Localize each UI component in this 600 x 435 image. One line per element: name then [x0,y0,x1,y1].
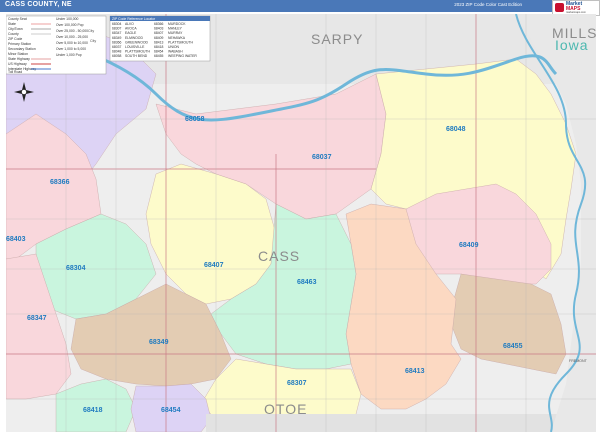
zip-table-cell: 68347 [112,31,122,35]
iowa-label: Iowa [555,37,589,53]
fremont-label: FREMONT [569,359,588,363]
zip-table-cell: GREENWOOD [125,40,149,44]
legend-item-8: Minor Station [8,52,28,56]
zip-label-68058: 68058 [185,116,205,123]
zip-table-cell: 68455 [154,54,164,58]
zip-label-68366: 68366 [50,179,70,186]
zip-label-68454: 68454 [161,407,181,414]
zip-table-cell: LOUISVILLE [125,45,145,49]
zip-table-cell: WABASH [168,50,183,54]
map-legend: County Seat State City/Town County ZIP C… [6,15,107,75]
legend-item-3: City/Town [8,27,23,31]
logo-mark-icon [555,3,564,12]
zip-label-68413: 68413 [405,368,425,375]
zip-table-cell: MURDOCK [168,22,186,26]
zip-table-cell: NEHAWKA [168,36,186,40]
zip-table-cell: PLATTSMOUTH [125,50,151,54]
zip-label-68418: 68418 [83,407,103,414]
zip-label-68455: 68455 [503,343,523,350]
zip-label-68307: 68307 [287,380,307,387]
zip-table-cell: AVOCA [125,27,137,31]
zip-table-cell: 68418 [154,45,164,49]
zip-label-68409: 68409 [459,242,479,249]
zip-label-68407: 68407 [204,262,224,269]
zip-label-68463: 68463 [297,279,317,286]
zip-table-cell: 68037 [112,45,122,49]
zip-label-68037: 68037 [312,154,332,161]
legend-item-6: Primary Station [8,42,31,46]
legend-item-5: ZIP Code [8,37,22,41]
zip-table-cell: SOUTH BEND [125,54,148,58]
zip-table-cell: 68403 [154,27,164,31]
zip-table-cell: PLATTSMOUTH [168,40,194,44]
zip-reference-table: ZIP Code Reference Locator 68304 ALVO 6836… [109,15,211,62]
zip-table-cell: 68307 [112,27,122,31]
zip-label-68403: 68403 [6,236,26,243]
sarpy-label: SARPY [311,31,363,47]
zip-table-cell: 68349 [112,36,122,40]
legend-pop-6: Over 1,000 to 5,000 [56,47,86,51]
zip-table-cell: WEEPING WATER [168,54,197,58]
legend-item-7: Secondary Station [8,47,36,51]
legend-item-2: State [8,22,16,26]
edition-label: 2023 ZIP Code Color Cast Edition [454,2,522,7]
zip-table-cell: MURRAY [168,31,183,35]
zip-table-cell: 68454 [154,50,164,54]
zip-table-cell: 68048 [112,50,122,54]
otoe-label: OTOE [264,401,307,417]
legend-pop-4: Over 10,000 - 25,000 [56,35,88,39]
zip-table-cell: ALVO [125,22,134,26]
zip-table-cell: 68409 [154,36,164,40]
legend-item-1: County Seat [8,17,27,21]
legend-item-10: US Highway [8,62,27,66]
zip-table-cell: 68304 [112,22,122,26]
legend-pop-2: Over 100,000 Pop [56,23,84,27]
legend-item-12: Toll Road [8,70,22,74]
zip-table-header: ZIP Code Reference Locator [112,17,156,21]
legend-pop-1: Under 100,000 [56,17,79,21]
cass-label: CASS [258,248,300,264]
legend-sample-city2: City [90,39,96,43]
zip-table-cell: ELMWOOD [125,36,143,40]
legend-pop-5: Over 5,000 to 10,000 [56,41,88,45]
legend-pop-7: Under 1,000 Pop [56,53,82,57]
map-frame: { "header": { "title": "CASS COUNTY, NE"… [0,0,600,435]
map-title: CASS COUNTY, NE [5,1,72,8]
zip-table-cell: 68413 [154,40,164,44]
zip-label-68304: 68304 [66,265,86,272]
zip-table-cell: 68366 [154,22,164,26]
zip-code-map: SARPY CASS OTOE MILLS Iowa FREMONT 68048… [6,14,596,432]
zip-table-cell: 68366 [112,40,122,44]
legend-pop-3: Over 25,000 - 50,000 [56,29,88,33]
zip-label-68349: 68349 [149,339,169,346]
zip-table-cell: 68058 [112,54,122,58]
title-bar: CASS COUNTY, NE 2023 ZIP Code Color Cast… [0,0,600,12]
legend-item-4: County [8,32,19,36]
legend-item-9: State Highway [8,57,30,61]
zip-label-68347: 68347 [27,315,47,322]
zip-table-cell: UNION [168,45,179,49]
legend-sample-city: City [88,29,94,33]
zip-table-cell: MANLEY [168,27,183,31]
zip-table-cell: EAGLE [125,31,137,35]
zip-label-68048: 68048 [446,126,466,133]
zip-table-cell: 68407 [154,31,164,35]
